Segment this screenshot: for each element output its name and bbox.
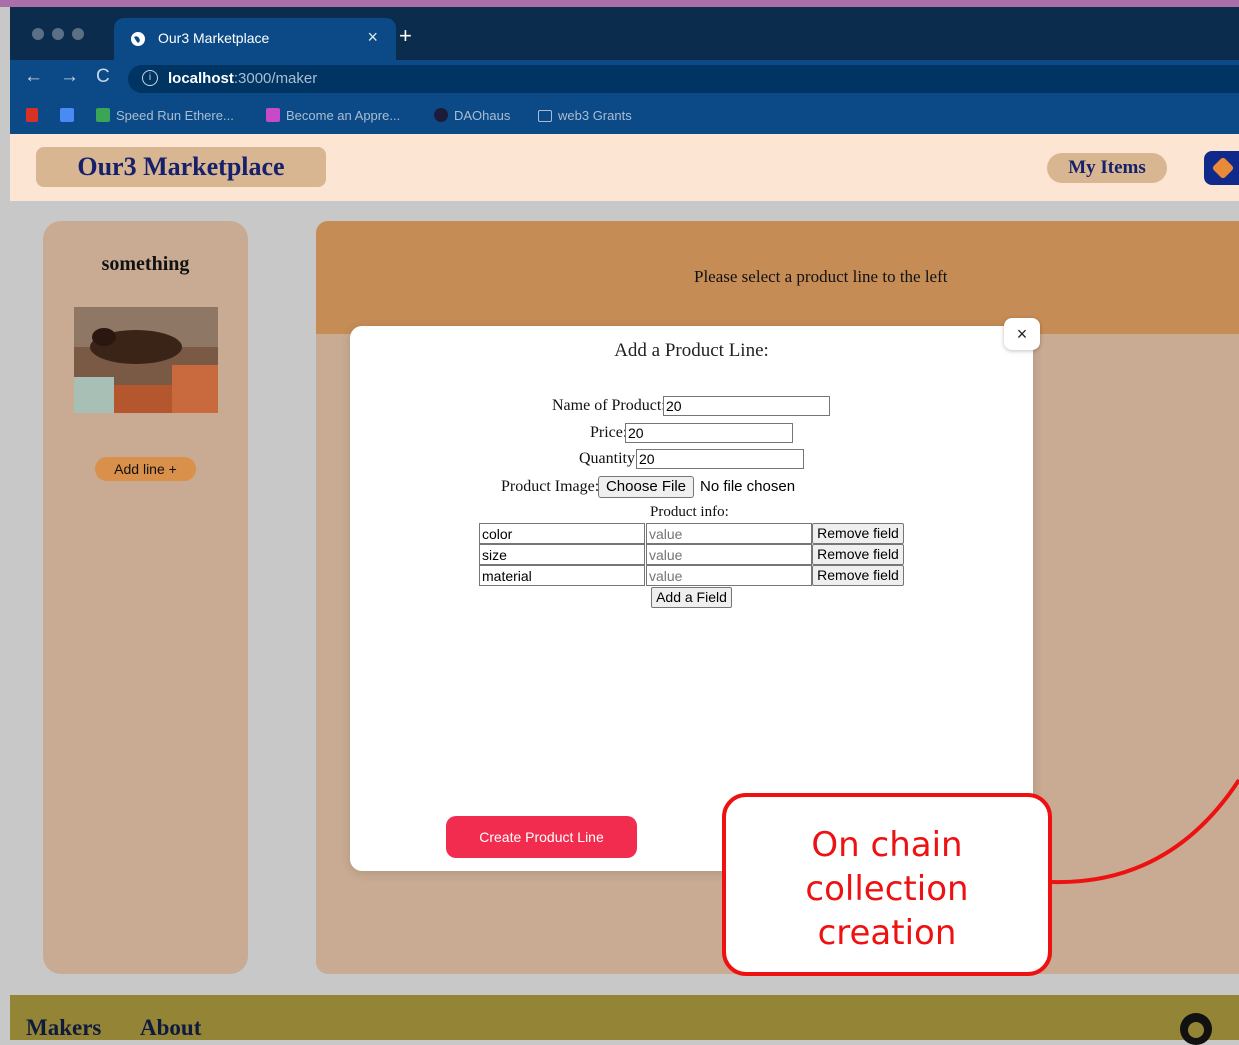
back-icon[interactable]: ← (24, 66, 43, 88)
modal-title: Add a Product Line: (614, 340, 769, 361)
callout-box: On chain collection creation (722, 793, 1052, 976)
field-key-input[interactable] (479, 565, 645, 586)
remove-field-button[interactable]: Remove field (812, 544, 904, 565)
tab-our3-marketplace[interactable]: Our3 Marketplace × (114, 18, 396, 60)
tab-close-icon[interactable]: × (367, 27, 378, 48)
main-banner: Please select a product line to the left (316, 221, 1239, 334)
bookmark-calendar[interactable] (60, 108, 80, 123)
field-key-input[interactable] (479, 523, 645, 544)
bookmark-daohaus[interactable]: DAOhaus (434, 108, 510, 123)
quantity-label: Quantity: (579, 450, 640, 467)
add-field-button[interactable]: Add a Field (651, 587, 732, 608)
price-input[interactable] (625, 423, 793, 443)
footer-makers-link[interactable]: Makers (26, 1015, 101, 1041)
bookmark-speedrun[interactable]: Speed Run Ethere... (96, 108, 234, 123)
calendar-icon (60, 108, 74, 122)
select-product-line-hint: Please select a product line to the left (694, 267, 948, 286)
github-icon[interactable] (1180, 1013, 1212, 1045)
field-value-input[interactable] (646, 544, 812, 565)
speedrun-icon (96, 108, 110, 122)
name-input[interactable] (663, 396, 830, 416)
name-label: Name of Product: (552, 397, 666, 414)
metamask-fox-icon (1211, 156, 1235, 180)
globe-icon (131, 32, 145, 46)
desktop-edge (0, 7, 10, 1040)
product-line-photo[interactable] (74, 307, 218, 413)
logo-home-button[interactable]: Our3 Marketplace (36, 147, 326, 187)
create-product-line-button[interactable]: Create Product Line (446, 816, 637, 858)
remove-field-button[interactable]: Remove field (812, 523, 904, 544)
wallet-button[interactable] (1204, 151, 1239, 185)
dog-photo-icon (74, 307, 218, 413)
url-text: localhost:3000/maker (168, 70, 318, 87)
reload-icon[interactable]: C (96, 66, 110, 88)
daohaus-icon (434, 108, 448, 122)
tab-bar: Our3 Marketplace × + (10, 7, 1239, 60)
callout-line-2: collection (805, 869, 969, 909)
address-bar[interactable]: i localhost:3000/maker (128, 65, 1239, 93)
folder-icon (538, 110, 552, 122)
app-header: Our3 Marketplace My Items (10, 134, 1239, 201)
bookmark-become-apprentice[interactable]: Become an Appre... (266, 108, 400, 123)
window-minimize-dot[interactable] (52, 28, 64, 40)
tab-title: Our3 Marketplace (158, 30, 270, 46)
browser-chrome: Our3 Marketplace × + ← → C i localhost:3… (10, 7, 1239, 134)
window-top-accent (0, 0, 1239, 7)
new-tab-icon[interactable]: + (399, 23, 412, 49)
footer-about-link[interactable]: About (140, 1015, 201, 1041)
window-zoom-dot[interactable] (72, 28, 84, 40)
callout-line-1: On chain (811, 825, 963, 865)
product-info-label: Product info: (650, 504, 729, 520)
field-value-input[interactable] (646, 523, 812, 544)
forward-icon[interactable]: → (60, 66, 79, 88)
add-line-button[interactable]: Add line + (95, 457, 196, 481)
price-label: Price: (590, 424, 628, 441)
image-label: Product Image: (501, 478, 600, 495)
no-file-chosen-text: No file chosen (700, 478, 796, 495)
crossed-swords-icon (266, 108, 280, 122)
modal-close-button[interactable]: × (1004, 318, 1040, 350)
app-footer: Makers About (10, 995, 1239, 1045)
bookmark-web3-grants[interactable]: web3 Grants (538, 108, 632, 123)
callout-line-3: creation (817, 913, 957, 953)
product-lines-sidebar: something Add line + (43, 221, 248, 974)
remove-field-button[interactable]: Remove field (812, 565, 904, 586)
field-key-input[interactable] (479, 544, 645, 565)
product-line-title[interactable]: something (43, 253, 248, 276)
bookmark-gmail[interactable] (26, 108, 44, 123)
field-value-input[interactable] (646, 565, 812, 586)
window-close-dot[interactable] (32, 28, 44, 40)
address-row: ← → C i localhost:3000/maker (10, 60, 1239, 97)
add-product-line-modal: Add a Product Line: Name of Product: Pri… (350, 326, 1033, 871)
gmail-icon (26, 108, 38, 122)
my-items-button[interactable]: My Items (1047, 153, 1167, 183)
site-info-icon[interactable]: i (142, 70, 158, 86)
quantity-input[interactable] (636, 449, 804, 469)
bookmarks-bar: Speed Run Ethere... Become an Appre... D… (10, 97, 1239, 134)
choose-file-button[interactable]: Choose File (598, 476, 694, 498)
